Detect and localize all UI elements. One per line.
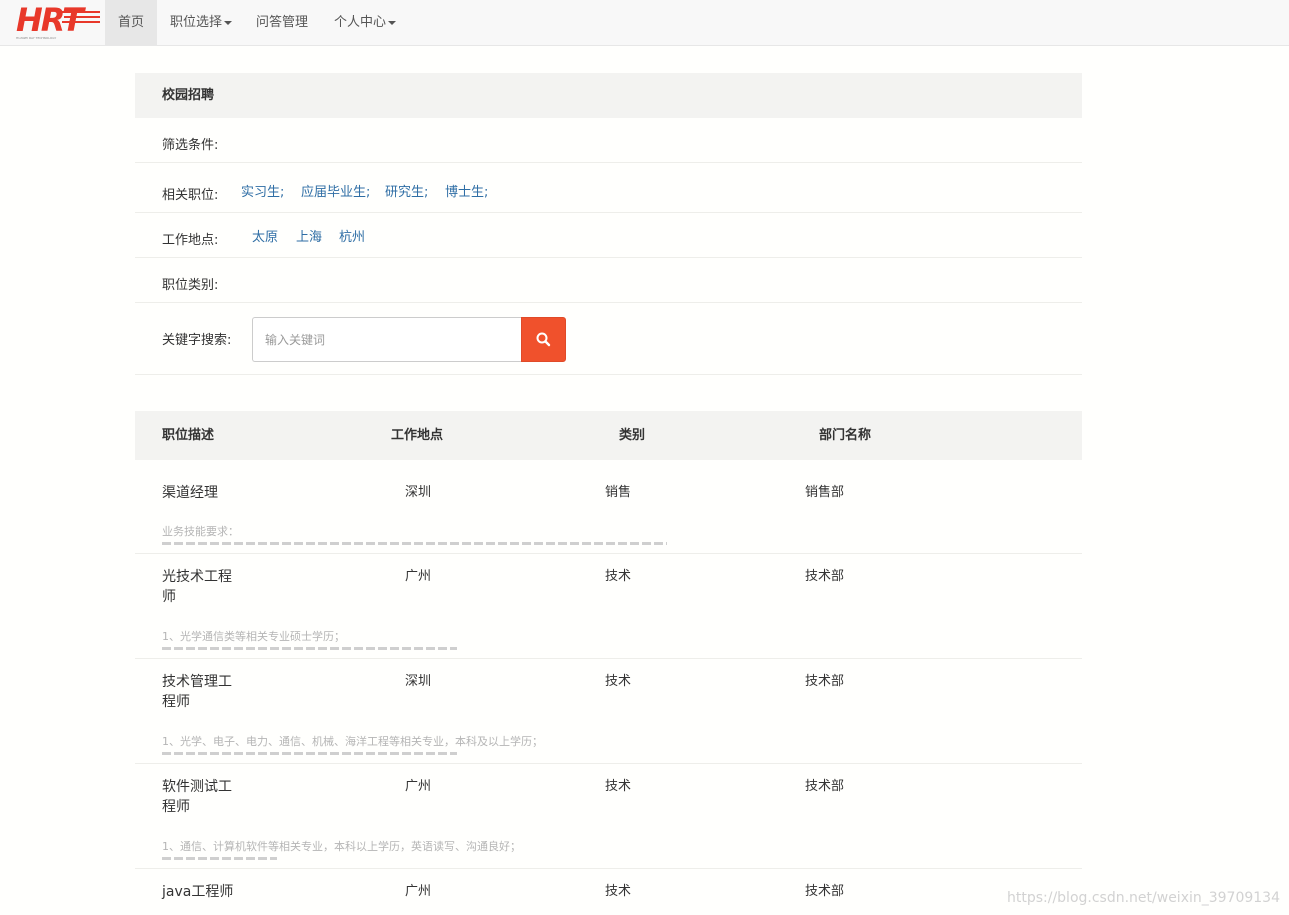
job-title[interactable]: java工程师 [162,882,282,902]
header-location: 工作地点 [391,428,444,443]
filter-keyword-row: 关键字搜索: [135,303,1082,375]
filter-option-graduate[interactable]: 应届毕业生; [301,181,370,200]
filter-option-phd[interactable]: 博士生; [445,181,488,200]
filter-option-intern[interactable]: 实习生; [241,181,284,200]
job-description-more [162,539,667,545]
filter-location-shanghai[interactable]: 上海 [296,226,322,245]
nav-position-select-label: 职位选择 [170,15,223,30]
filter-location-taiyuan[interactable]: 太原 [252,226,278,245]
job-category: 技术 [605,779,632,794]
job-department: 技术部 [805,779,845,794]
job-row[interactable]: java工程师 广州 技术 技术部 [135,869,1082,915]
job-row[interactable]: 软件测试工程师 广州 技术 技术部 1、通信、计算机软件等相关专业，本科以上学历… [135,764,1082,869]
job-description-more [162,749,457,755]
jobs-table-header: 职位描述 工作地点 类别 部门名称 [135,411,1082,460]
hrt-logo[interactable]: HRT HUAWEI RAY TECHNOLOGY [14,2,106,44]
header-category: 类别 [619,428,646,443]
job-title[interactable]: 技术管理工程师 [162,672,242,712]
logo-tagline: HUAWEI RAY TECHNOLOGY [16,36,57,40]
job-category: 技术 [605,674,632,689]
caret-down-icon [224,20,233,25]
filter-location-label: 工作地点: [162,233,219,248]
job-description: 业务技能要求： [162,525,239,538]
filter-conditions-label: 筛选条件: [162,138,219,153]
filter-location-row: 工作地点: 太原 上海 杭州 [135,213,1082,258]
filter-option-master[interactable]: 研究生; [385,181,428,200]
job-category: 技术 [605,884,632,899]
keyword-search-input[interactable] [252,317,522,362]
job-location: 深圳 [405,674,432,689]
filter-position-label: 相关职位: [162,188,219,203]
nav-home[interactable]: 首页 [105,0,158,45]
filter-location-hangzhou[interactable]: 杭州 [339,226,365,245]
nav-personal-center-label: 个人中心 [334,15,387,30]
job-description: 1、光学通信类等相关专业硕士学历； [162,630,345,643]
filter-category-label: 职位类别: [162,278,219,293]
job-description: 1、光学、电子、电力、通信、机械、海洋工程等相关专业，本科及以上学历； [162,735,543,748]
job-row[interactable]: 光技术工程师 广州 技术 技术部 1、光学通信类等相关专业硕士学历； [135,554,1082,659]
job-description-more [162,854,277,860]
nav-qa-manage[interactable]: 问答管理 [243,0,321,45]
filter-panel-header: 校园招聘 [135,73,1082,118]
job-department: 技术部 [805,674,845,689]
job-department: 技术部 [805,569,845,584]
nav-home-label: 首页 [118,15,145,30]
job-location: 广州 [405,884,432,899]
filter-keyword-label: 关键字搜索: [162,333,232,348]
header-description: 职位描述 [162,428,215,443]
job-title[interactable]: 软件测试工程师 [162,777,242,817]
job-row[interactable]: 技术管理工程师 深圳 技术 技术部 1、光学、电子、电力、通信、机械、海洋工程等… [135,659,1082,764]
job-description-more [162,644,457,650]
top-navbar: HRT HUAWEI RAY TECHNOLOGY 首页 职位选择 问答管理 个… [0,0,1289,46]
logo-text: HRT [16,1,84,39]
job-location: 广州 [405,779,432,794]
job-row[interactable]: 渠道经理 深圳 销售 销售部 业务技能要求： [135,460,1082,554]
job-department: 销售部 [805,485,845,500]
filter-position-row: 相关职位: 实习生; 应届毕业生; 研究生; 博士生; [135,163,1082,213]
job-location: 深圳 [405,485,432,500]
search-button[interactable] [521,317,566,362]
page-title: 校园招聘 [162,88,215,103]
job-category: 技术 [605,569,632,584]
job-department: 技术部 [805,884,845,899]
caret-down-icon [388,20,397,25]
nav-personal-center[interactable]: 个人中心 [321,0,409,45]
job-category: 销售 [605,485,632,500]
job-location: 广州 [405,569,432,584]
filter-category-row: 职位类别: [135,258,1082,303]
nav-qa-manage-label: 问答管理 [256,15,309,30]
search-icon [536,332,551,347]
job-title[interactable]: 渠道经理 [162,483,262,503]
nav-position-select[interactable]: 职位选择 [157,0,245,45]
job-title[interactable]: 光技术工程师 [162,567,242,607]
job-description: 1、通信、计算机软件等相关专业，本科以上学历，英语读写、沟通良好； [162,840,521,853]
filter-conditions-row: 筛选条件: [135,118,1082,163]
header-department: 部门名称 [819,428,872,443]
watermark: https://blog.csdn.net/weixin_39709134 [1006,890,1280,906]
